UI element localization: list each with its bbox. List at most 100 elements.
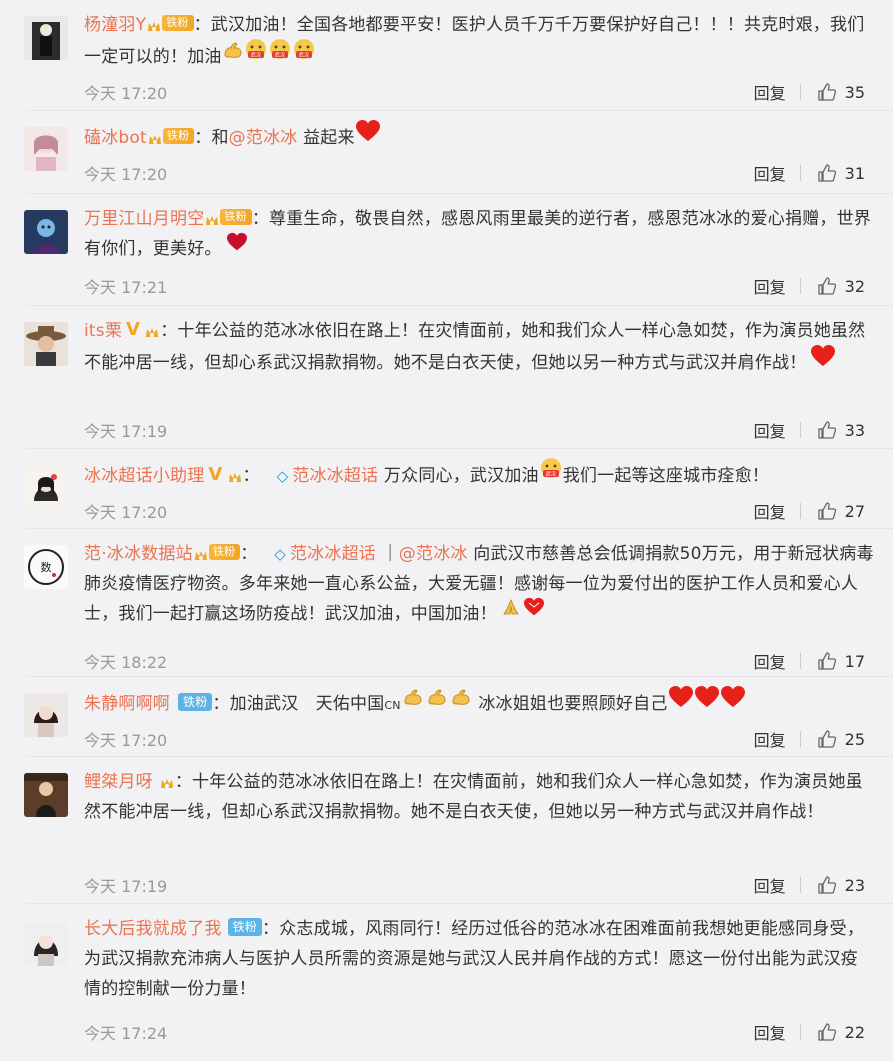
comment-time: 今天 17:21	[84, 278, 168, 297]
like-count: 33	[844, 420, 865, 440]
username-link[interactable]: 磕冰bot	[84, 128, 147, 148]
avatar[interactable]	[24, 693, 68, 737]
comment-text: 朱静啊啊啊 铁粉 ：加油武汉 天佑中国CN 冰冰姐姐也要照顾好自己	[84, 685, 874, 721]
reply-button[interactable]: 回复	[754, 1020, 786, 1044]
comment-actions: 回复 22	[754, 1020, 865, 1044]
comment-item: 长大后我就成了我 铁粉 ：众志成城，风雨同行！经历过低谷的范冰冰在困难面前我想她更能…	[0, 904, 893, 1061]
divider	[799, 731, 801, 747]
comment-text: 杨潼羽Y 铁粉 ：武汉加油！全国各地都要平安！医护人员千万千万要保护好自己！！！共克…	[84, 10, 874, 74]
reply-button[interactable]: 回复	[754, 274, 786, 298]
username-link[interactable]: 冰冰超话小助理	[84, 466, 204, 486]
comment-body: ｜	[375, 544, 399, 564]
thumbs-up-icon	[817, 421, 836, 439]
avatar[interactable]	[24, 210, 68, 254]
comment-time: 今天 17:20	[84, 165, 168, 184]
like-button[interactable]: 23	[817, 875, 865, 895]
thumbs-up-icon	[817, 83, 836, 101]
like-count: 17	[844, 651, 865, 671]
reply-button[interactable]: 回复	[754, 161, 786, 185]
reply-button[interactable]: 回复	[754, 649, 786, 673]
avatar[interactable]	[24, 322, 68, 366]
like-count: 35	[844, 82, 865, 102]
reply-button[interactable]: 回复	[754, 418, 786, 442]
thumbs-up-icon	[817, 502, 836, 520]
red-heart-emoji	[668, 685, 694, 719]
comment-actions: 回复 25	[754, 727, 865, 751]
comment-actions: 回复 33	[754, 418, 865, 442]
fan-badge[interactable]: 铁粉	[208, 544, 241, 560]
comment-actions: 回复 23	[754, 873, 865, 897]
avatar[interactable]	[24, 127, 68, 171]
avatar[interactable]	[24, 773, 68, 817]
fan-badge[interactable]: 铁粉	[227, 918, 263, 936]
red-heart-emoji	[523, 597, 545, 627]
comment-body: ：武汉加油！全国各地都要平安！医护人员千万千万要保护好自己！！！共克时艰，我们一…	[84, 15, 865, 67]
like-button[interactable]: 22	[817, 1022, 865, 1042]
comment-feed: 杨潼羽Y 铁粉 ：武汉加油！全国各地都要平安！医护人员千万千万要保护好自己！！！共克…	[0, 0, 893, 1061]
cn-flag-text: CN	[384, 699, 401, 712]
username-link[interactable]: 朱静啊啊啊	[84, 694, 170, 714]
avatar[interactable]	[24, 922, 68, 966]
topic-link[interactable]: 范冰冰超话	[292, 466, 378, 486]
divider	[799, 503, 801, 519]
divider	[799, 1024, 801, 1040]
mention-link[interactable]: @范冰冰	[399, 544, 468, 564]
comment-actions: 回复 17	[754, 649, 865, 673]
comment-time: 今天 17:20	[84, 84, 168, 103]
like-button[interactable]: 27	[817, 501, 865, 521]
comment-body: 我们一起等这座城市痊愈！	[562, 466, 770, 486]
topic-link[interactable]: 范冰冰超话	[290, 544, 376, 564]
username-link[interactable]: 杨潼羽Y	[84, 15, 146, 35]
comment-actions: 回复 27	[754, 499, 865, 523]
fan-badge[interactable]: 铁粉	[220, 209, 252, 225]
like-button[interactable]: 31	[817, 163, 865, 183]
comment-body: ：十年公益的范冰冰依旧在路上！在灾情面前，她和我们众人一样心急如焚，作为演员她虽…	[84, 321, 866, 373]
fan-badge[interactable]: 铁粉	[178, 693, 213, 711]
like-button[interactable]: 25	[817, 729, 865, 749]
comment-actions: 回复 35	[754, 80, 865, 104]
diamond-topic-icon: ◇	[276, 467, 289, 485]
fan-badge[interactable]: 铁粉	[162, 128, 195, 144]
like-count: 32	[844, 276, 865, 296]
reply-button[interactable]: 回复	[754, 499, 786, 523]
comment-text: its栗 V ：十年公益的范冰冰依旧在路上！在灾情面前，她和我们众人一样心急如焚，作…	[84, 316, 874, 380]
avatar[interactable]: 数	[24, 545, 68, 589]
fan-crown-icon	[147, 128, 163, 144]
red-heart-emoji	[226, 232, 248, 262]
username-link[interactable]: 万里江山月明空	[84, 209, 204, 229]
username-link[interactable]: 范·冰冰数据站	[84, 544, 193, 564]
red-heart-emoji	[355, 119, 381, 153]
wuhan-cheer-face-emoji: 武汉	[244, 38, 268, 72]
divider	[799, 422, 801, 438]
comment-time: 今天 18:22	[84, 653, 168, 672]
avatar[interactable]	[24, 465, 68, 509]
fan-crown-icon	[144, 321, 160, 337]
fan-badge[interactable]: 铁粉	[162, 15, 194, 31]
reply-button[interactable]: 回复	[754, 80, 786, 104]
like-button[interactable]: 17	[817, 651, 865, 671]
like-button[interactable]: 32	[817, 276, 865, 296]
fan-crown-icon	[159, 772, 175, 788]
comment-time: 今天 17:24	[84, 1024, 168, 1043]
thumbs-up-icon	[817, 164, 836, 182]
comment-text: 磕冰bot 铁粉 ：和@范冰冰 益起来	[84, 119, 874, 155]
comment-item: 杨潼羽Y 铁粉 ：武汉加油！全国各地都要平安！医护人员千万千万要保护好自己！！！共克…	[0, 0, 893, 111]
reply-button[interactable]: 回复	[754, 873, 786, 897]
like-button[interactable]: 33	[817, 420, 865, 440]
avatar[interactable]	[24, 16, 68, 60]
fan-crown-icon	[193, 544, 209, 560]
comment-text: 冰冰超话小助理 V ： ◇ 范冰冰超话 万众同心，武汉加油 武汉 我们一起等这座城市痊愈！	[84, 458, 874, 493]
comment-body: ：	[242, 466, 277, 486]
comment-time: 今天 17:19	[84, 877, 168, 896]
comment-item: 鲤桀月呀 ：十年公益的范冰冰依旧在路上！在灾情面前，她和我们众人一样心急如焚，作为…	[0, 757, 893, 904]
fan-crown-icon	[227, 466, 243, 482]
like-button[interactable]: 35	[817, 82, 865, 102]
username-link[interactable]: its栗	[84, 321, 122, 341]
mention-link[interactable]: @范冰冰	[229, 128, 298, 148]
username-link[interactable]: 长大后我就成了我	[84, 919, 222, 939]
reply-button[interactable]: 回复	[754, 727, 786, 751]
comment-text: 长大后我就成了我 铁粉 ：众志成城，风雨同行！经历过低谷的范冰冰在困难面前我想她更能…	[84, 914, 874, 1004]
username-link[interactable]: 鲤桀月呀	[84, 772, 153, 792]
comment-body: ：十年公益的范冰冰依旧在路上！在灾情面前，她和我们众人一样心急如焚，作为演员她虽…	[84, 772, 863, 822]
comment-item: 万里江山月明空 铁粉 ：尊重生命，敬畏自然，感恩风雨里最美的逆行者，感恩范冰冰的爱心…	[0, 194, 893, 306]
